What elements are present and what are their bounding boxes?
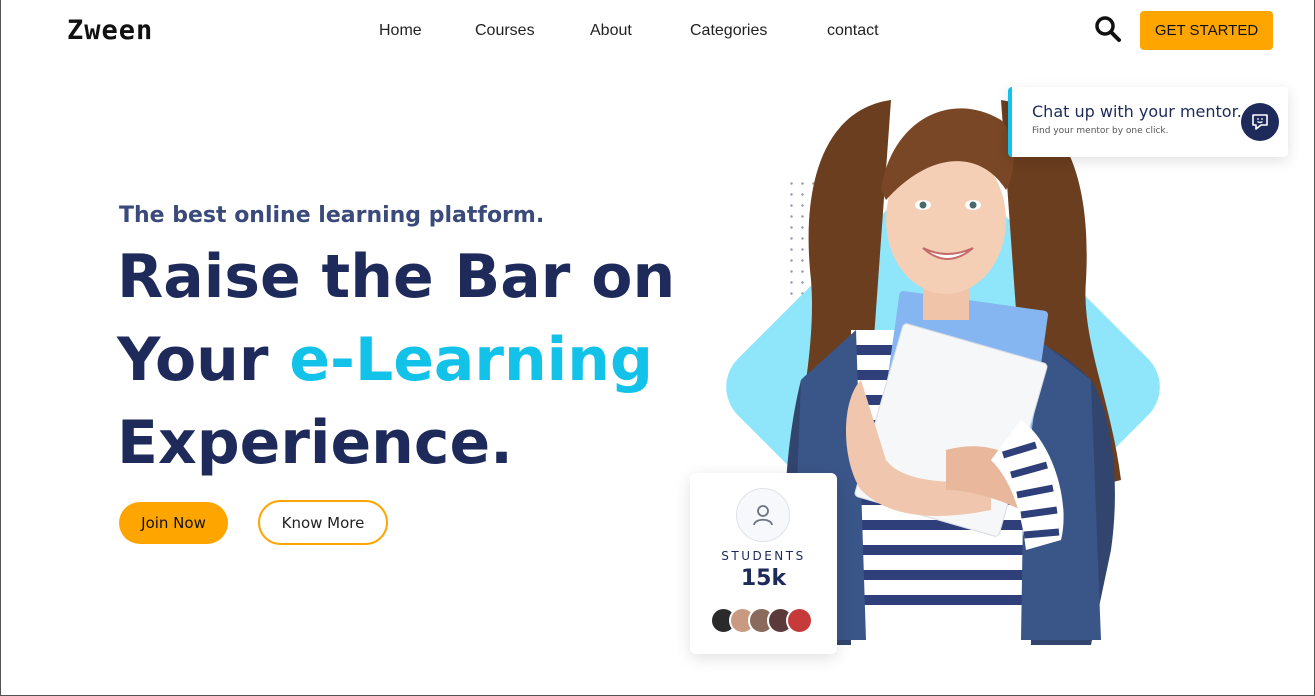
students-count: 15k: [740, 566, 787, 591]
headline-line-3: Experience.: [117, 408, 513, 478]
nav-categories[interactable]: Categories: [690, 22, 767, 40]
chat-card-title: Chat up with your mentor.: [1032, 102, 1242, 121]
headline-line-2-text: Your: [117, 325, 290, 395]
hero-headline: Raise the Bar on Your e-Learning Experie…: [117, 236, 675, 485]
student-avatars: [710, 607, 813, 634]
join-now-button[interactable]: Join Now: [119, 502, 228, 544]
nav-courses[interactable]: Courses: [475, 22, 535, 40]
headline-line-2: Your e-Learning: [117, 319, 675, 402]
students-card: STUDENTS 15k: [690, 473, 837, 654]
nav-contact[interactable]: contact: [827, 22, 879, 40]
avatar: [786, 607, 813, 634]
headline-accent: e-Learning: [289, 325, 653, 395]
get-started-button[interactable]: GET STARTED: [1140, 11, 1273, 50]
headline-line-1: Raise the Bar on: [117, 242, 676, 312]
brand-logo[interactable]: Zween: [67, 15, 153, 46]
chat-card-subtitle: Find your mentor by one click.: [1032, 126, 1169, 136]
students-label: STUDENTS: [721, 549, 806, 563]
know-more-button[interactable]: Know More: [258, 500, 388, 545]
user-icon: [736, 488, 790, 542]
nav-about[interactable]: About: [590, 22, 632, 40]
chat-mentor-card[interactable]: Chat up with your mentor. Find your ment…: [1008, 87, 1288, 157]
search-icon[interactable]: [1093, 14, 1123, 44]
hero-tagline: The best online learning platform.: [119, 203, 545, 228]
chat-icon[interactable]: [1241, 103, 1279, 141]
nav-home[interactable]: Home: [379, 22, 422, 40]
